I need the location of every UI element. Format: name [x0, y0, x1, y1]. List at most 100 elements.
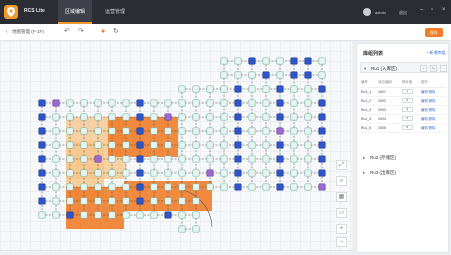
table-row[interactable]: Ru1_5 0005 5 编辑 删除: [361, 123, 446, 133]
map-node[interactable]: [66, 155, 74, 163]
map-node[interactable]: [318, 127, 326, 135]
map-node[interactable]: [262, 155, 270, 163]
map-node[interactable]: [108, 113, 116, 121]
map-node[interactable]: [52, 211, 60, 219]
edit-link[interactable]: 编辑: [421, 117, 428, 121]
map-node[interactable]: [94, 99, 102, 107]
map-node[interactable]: [248, 71, 256, 79]
map-node[interactable]: [290, 99, 298, 107]
group-ru1[interactable]: ▾ Ru1 (入库区) + ✎ −: [360, 62, 447, 73]
map-node[interactable]: [234, 113, 242, 121]
map-node[interactable]: [80, 141, 88, 149]
map-node[interactable]: [192, 183, 200, 191]
order-stepper[interactable]: 4: [401, 116, 413, 121]
cell-actions[interactable]: 编辑 删除: [420, 87, 446, 97]
map-node[interactable]: [276, 169, 284, 177]
map-node[interactable]: [220, 71, 228, 79]
map-node[interactable]: [234, 57, 242, 65]
group-ru2[interactable]: ▸ Ru2 (存储区): [360, 152, 447, 163]
map-node[interactable]: [276, 127, 284, 135]
maximize-icon[interactable]: ▫: [431, 7, 433, 13]
map-node[interactable]: [248, 183, 256, 191]
map-node[interactable]: [206, 127, 214, 135]
map-node[interactable]: [108, 183, 116, 191]
logout-link[interactable]: 退出: [399, 10, 407, 16]
map-node[interactable]: [192, 99, 200, 107]
map-node[interactable]: [276, 113, 284, 121]
map-node[interactable]: [206, 183, 214, 191]
map-node[interactable]: [192, 197, 200, 205]
map-node[interactable]: [164, 141, 172, 149]
map-node[interactable]: [122, 155, 130, 163]
map-node[interactable]: [304, 113, 312, 121]
image-icon[interactable]: ▭: [336, 208, 347, 218]
map-node[interactable]: [248, 155, 256, 163]
map-node[interactable]: [206, 85, 214, 93]
map-node[interactable]: [304, 155, 312, 163]
map-node[interactable]: [262, 141, 270, 149]
map-node[interactable]: [38, 197, 46, 205]
table-row[interactable]: Ru1_3 0003 3 编辑 删除: [361, 105, 446, 115]
map-node[interactable]: [206, 113, 214, 121]
map-node[interactable]: [192, 169, 200, 177]
map-node[interactable]: [52, 183, 60, 191]
map-node[interactable]: [276, 155, 284, 163]
cell-actions[interactable]: 编辑 删除: [420, 123, 446, 133]
map-node[interactable]: [290, 57, 298, 65]
map-node[interactable]: [108, 99, 116, 107]
map-node[interactable]: [318, 57, 326, 65]
map-node[interactable]: [178, 155, 186, 163]
map-node[interactable]: [150, 155, 158, 163]
map-node[interactable]: [66, 169, 74, 177]
map-node[interactable]: [66, 197, 74, 205]
layer-icon[interactable]: ▦: [336, 192, 347, 202]
group-ru3[interactable]: ▸ Ru3 (出库区): [360, 167, 447, 178]
map-node[interactable]: [136, 183, 144, 191]
map-node[interactable]: [150, 183, 158, 191]
zoom-out-button[interactable]: −: [336, 237, 347, 247]
map-node[interactable]: [178, 99, 186, 107]
map-node[interactable]: [290, 141, 298, 149]
map-node[interactable]: [52, 169, 60, 177]
table-row[interactable]: Ru1_1 0001 1 编辑 删除: [361, 87, 446, 97]
map-node[interactable]: [178, 211, 186, 219]
map-node[interactable]: [52, 127, 60, 135]
map-node[interactable]: [136, 99, 144, 107]
map-node[interactable]: [192, 141, 200, 149]
table-row[interactable]: Ru1_4 0004 4 编辑 删除: [361, 114, 446, 124]
map-node[interactable]: [192, 225, 200, 233]
map-node[interactable]: [318, 183, 326, 191]
map-node[interactable]: [52, 113, 60, 121]
map-node[interactable]: [262, 183, 270, 191]
map-node[interactable]: [80, 169, 88, 177]
map-node[interactable]: [164, 183, 172, 191]
map-node[interactable]: [192, 127, 200, 135]
map-node[interactable]: [136, 211, 144, 219]
map-node[interactable]: [220, 169, 228, 177]
map-node[interactable]: [80, 183, 88, 191]
map-node[interactable]: [136, 155, 144, 163]
map-node[interactable]: [304, 127, 312, 135]
map-node[interactable]: [122, 183, 130, 191]
map-node[interactable]: [262, 169, 270, 177]
map-node[interactable]: [178, 183, 186, 191]
map-node[interactable]: [220, 57, 228, 65]
tab-operation[interactable]: 运营管理: [98, 0, 132, 24]
map-node[interactable]: [136, 113, 144, 121]
map-node[interactable]: [80, 197, 88, 205]
map-node[interactable]: [80, 99, 88, 107]
map-node[interactable]: [220, 113, 228, 121]
map-node[interactable]: [318, 99, 326, 107]
map-node[interactable]: [234, 127, 242, 135]
map-node[interactable]: [66, 141, 74, 149]
edit-link[interactable]: 编辑: [421, 108, 428, 112]
map-node[interactable]: [94, 211, 102, 219]
delete-link[interactable]: 删除: [429, 126, 436, 130]
map-node[interactable]: [52, 155, 60, 163]
map-node[interactable]: [108, 141, 116, 149]
map-node[interactable]: [136, 127, 144, 135]
map-node[interactable]: [262, 127, 270, 135]
map-node[interactable]: [248, 113, 256, 121]
map-node[interactable]: [66, 113, 74, 121]
map-node[interactable]: [206, 141, 214, 149]
